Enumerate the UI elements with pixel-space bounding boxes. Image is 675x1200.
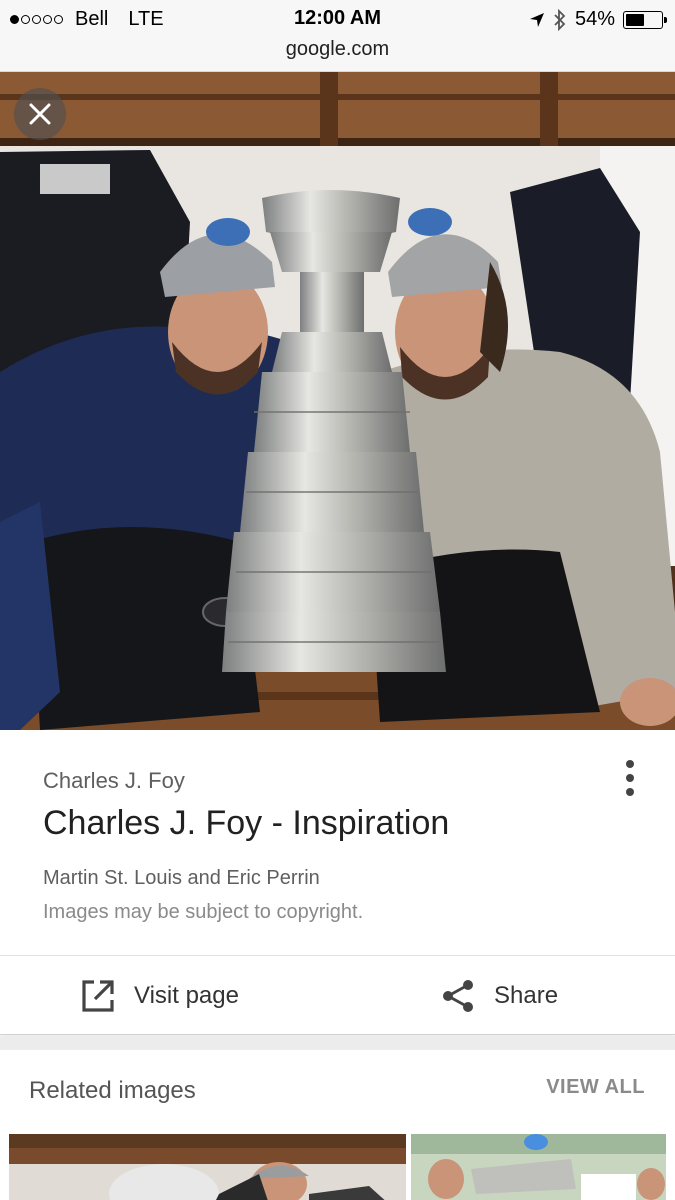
status-bar: Bell LTE 12:00 AM google.com 54% xyxy=(0,0,675,72)
main-image[interactable] xyxy=(0,72,675,730)
photo-illustration xyxy=(0,72,675,730)
image-title[interactable]: Charles J. Foy - Inspiration xyxy=(43,804,449,843)
close-icon xyxy=(29,103,51,125)
related-image-thumbnail[interactable] xyxy=(9,1134,406,1200)
more-vertical-icon[interactable] xyxy=(614,758,646,798)
close-button[interactable] xyxy=(14,88,66,140)
share-label: Share xyxy=(494,982,559,1009)
related-images-title: Related images xyxy=(29,1077,196,1104)
share-icon xyxy=(443,980,473,1012)
related-images-section: Related images VIEW ALL xyxy=(0,1050,675,1200)
related-image-thumbnail[interactable] xyxy=(411,1134,666,1200)
page-url[interactable]: google.com xyxy=(0,38,675,61)
copyright-notice: Images may be subject to copyright. xyxy=(43,901,364,923)
view-all-link[interactable]: VIEW ALL xyxy=(546,1076,645,1099)
section-divider xyxy=(0,1036,675,1050)
status-indicators: 54% xyxy=(529,8,667,31)
share-button[interactable]: Share xyxy=(440,956,558,1036)
image-description: Martin St. Louis and Eric Perrin xyxy=(43,867,320,889)
action-bar: Visit page Share xyxy=(0,955,675,1035)
bluetooth-icon xyxy=(554,8,566,31)
visit-page-button[interactable]: Visit page xyxy=(80,956,239,1036)
image-info-panel: Charles J. Foy Charles J. Foy - Inspirat… xyxy=(0,730,675,955)
battery-icon xyxy=(623,10,667,29)
battery-percent: 54% xyxy=(574,8,615,30)
visit-page-label: Visit page xyxy=(134,982,239,1009)
location-arrow-icon xyxy=(529,12,544,27)
image-source[interactable]: Charles J. Foy xyxy=(43,768,185,794)
open-in-new-icon xyxy=(82,980,114,1012)
